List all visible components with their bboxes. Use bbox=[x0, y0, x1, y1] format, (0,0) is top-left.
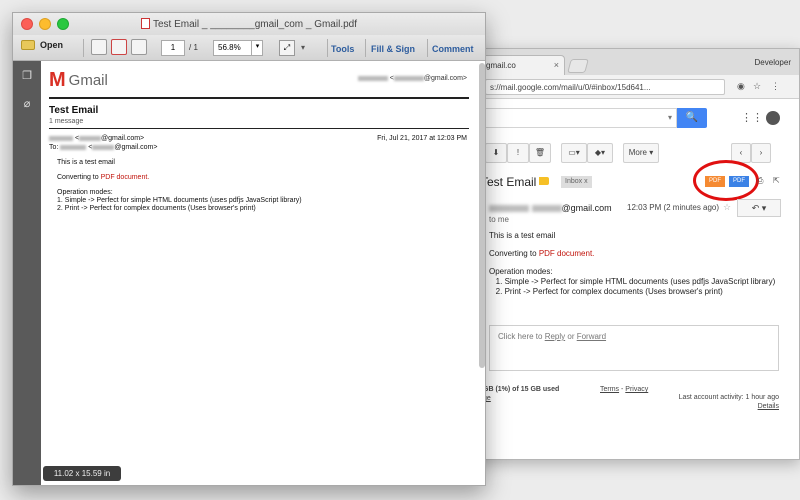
notifications-icon[interactable] bbox=[766, 111, 780, 125]
redacted-email bbox=[393, 75, 424, 81]
print-icon[interactable]: ⎙ bbox=[757, 176, 763, 186]
pdf-document-link[interactable]: PDF document. bbox=[101, 174, 150, 181]
preview-window: Test Email _ ________gmail_com _ Gmail.p… bbox=[12, 12, 486, 486]
browser-window: gmail.co × Developer s://mail.google.com… bbox=[460, 48, 800, 460]
body-line: Operation modes: 1. Simple -> Perfect fo… bbox=[57, 189, 302, 212]
body-line: This is a test email bbox=[489, 231, 556, 240]
forward-link[interactable]: Forward bbox=[577, 332, 606, 341]
gmail-m-icon: M bbox=[49, 69, 66, 91]
divider bbox=[327, 39, 328, 57]
email-time: 12:03 PM (2 minutes ago) bbox=[627, 203, 720, 212]
important-marker-icon[interactable] bbox=[539, 177, 549, 185]
page-number-input[interactable]: 1 bbox=[161, 40, 185, 56]
terms-link[interactable]: Terms bbox=[600, 386, 619, 393]
page-thumbnails-icon[interactable]: ❐ bbox=[20, 69, 34, 83]
email-subject: Test Email bbox=[481, 175, 537, 189]
edit-pdf-icon[interactable] bbox=[131, 39, 147, 55]
gmail-logo: M Gmail bbox=[49, 69, 108, 91]
archive-button[interactable]: ⬇ bbox=[485, 143, 507, 163]
reply-button[interactable]: ↶ ▾ bbox=[737, 199, 781, 217]
search-button[interactable]: 🔍 bbox=[677, 108, 707, 128]
page-size-badge: 11.02 x 15.59 in bbox=[43, 466, 121, 481]
reply-box[interactable]: Click here to Reply or Forward bbox=[489, 325, 779, 371]
older-button[interactable]: › bbox=[751, 143, 771, 163]
fit-page-icon[interactable]: ⤢ bbox=[279, 40, 295, 56]
pdf-to: To: < @gmail.com> bbox=[49, 144, 158, 151]
body-line: Converting to PDF document. bbox=[57, 174, 150, 181]
reply-link[interactable]: Reply bbox=[545, 332, 565, 341]
pdf-viewport[interactable]: M Gmail < @gmail.com> Test Email 1 message… bbox=[41, 61, 485, 485]
gmail-search-input[interactable]: ▾ bbox=[485, 108, 677, 128]
profile-name[interactable]: Developer bbox=[755, 58, 791, 67]
account-email: < @gmail.com> bbox=[357, 75, 467, 82]
pdf-document-link[interactable]: PDF document. bbox=[539, 249, 595, 258]
divider bbox=[83, 39, 84, 57]
star-icon[interactable]: ☆ bbox=[753, 81, 761, 92]
details-link[interactable]: Details bbox=[758, 403, 779, 410]
sender: @gmail.com bbox=[489, 203, 612, 213]
tab-close-icon[interactable]: × bbox=[554, 60, 559, 70]
zoom-dropdown-icon[interactable]: ▾ bbox=[251, 40, 263, 56]
toolbar-overflow-icon[interactable]: ▾ bbox=[301, 43, 305, 52]
sender-email-suffix: @gmail.com bbox=[561, 203, 612, 213]
open-button[interactable]: Open bbox=[21, 40, 63, 50]
privacy-link[interactable]: Privacy bbox=[625, 386, 648, 393]
more-button[interactable]: More ▾ bbox=[623, 143, 659, 163]
tools-button[interactable]: Tools bbox=[331, 44, 354, 54]
window-title: Test Email _ ________gmail_com _ Gmail.p… bbox=[13, 18, 485, 30]
browser-tab-gmail[interactable]: gmail.co × bbox=[479, 55, 565, 75]
divider bbox=[49, 97, 469, 99]
highlight-circle bbox=[693, 160, 759, 201]
last-activity: Last account activity: 1 hour ago bbox=[678, 394, 779, 401]
body-line: This is a test email bbox=[57, 159, 115, 166]
preview-toolbar: Open 1 / 1 56.8% ▾ ⤢ ▾ Tools Fill & Sign… bbox=[13, 35, 485, 61]
left-sidebar: ❐ ⌀ bbox=[13, 61, 41, 485]
attachments-icon[interactable]: ⌀ bbox=[20, 97, 34, 111]
new-tab-button[interactable] bbox=[567, 59, 589, 73]
tab-strip: gmail.co × Developer bbox=[461, 49, 799, 75]
comment-button[interactable]: Comment bbox=[432, 44, 474, 54]
pdf-from: < @gmail.com> bbox=[49, 135, 144, 142]
divider bbox=[365, 39, 366, 57]
body-line: Converting to PDF document. bbox=[489, 249, 595, 258]
pdf-subject: Test Email bbox=[49, 105, 99, 116]
sender-name-redacted bbox=[489, 205, 529, 213]
vertical-scrollbar[interactable] bbox=[479, 63, 485, 368]
email-body: This is a test email Converting to PDF d… bbox=[489, 231, 789, 305]
body-line: Operation modes: 1. Simple -> Perfect fo… bbox=[489, 267, 776, 296]
page-total: / 1 bbox=[189, 43, 198, 52]
star-email-icon[interactable]: ☆ bbox=[723, 202, 731, 213]
divider bbox=[427, 39, 428, 57]
tab-title: gmail.co bbox=[486, 61, 516, 70]
delete-button[interactable]: 🗑 bbox=[529, 143, 551, 163]
pdf-date: Fri, Jul 21, 2017 at 12:03 PM bbox=[377, 135, 467, 142]
search-options-icon[interactable]: ▾ bbox=[668, 113, 672, 122]
labels-button[interactable]: ◆▾ bbox=[587, 143, 613, 163]
report-spam-button[interactable]: ! bbox=[507, 143, 529, 163]
create-pdf-icon[interactable] bbox=[111, 39, 127, 55]
recipient-to-me[interactable]: to me bbox=[489, 215, 509, 224]
folder-icon bbox=[21, 40, 35, 50]
pdf-file-icon bbox=[141, 18, 150, 29]
menu-icon[interactable]: ⋮ bbox=[771, 81, 780, 92]
export-pdf-icon[interactable] bbox=[91, 39, 107, 55]
fill-sign-button[interactable]: Fill & Sign bbox=[371, 44, 415, 54]
redacted-name bbox=[357, 75, 388, 81]
storage-usage: GB (1%) of 15 GB used bbox=[483, 386, 560, 393]
pdf-body: This is a test email Converting to PDF d… bbox=[57, 159, 457, 220]
url-field[interactable]: s://mail.google.com/mail/u/0/#inbox/15d6… bbox=[485, 79, 725, 95]
title-bar: Test Email _ ________gmail_com _ Gmail.p… bbox=[13, 13, 485, 35]
address-bar-row: s://mail.google.com/mail/u/0/#inbox/15d6… bbox=[461, 75, 799, 99]
eye-icon[interactable]: ◉ bbox=[737, 81, 745, 92]
open-new-window-icon[interactable]: ⇱ bbox=[773, 176, 780, 185]
inbox-label-chip[interactable]: Inbox x bbox=[561, 176, 592, 188]
message-count: 1 message bbox=[49, 118, 84, 125]
divider bbox=[49, 128, 469, 129]
move-to-button[interactable]: ▭▾ bbox=[561, 143, 587, 163]
search-icon: 🔍 bbox=[685, 112, 699, 123]
sender-email-redacted bbox=[531, 205, 562, 213]
